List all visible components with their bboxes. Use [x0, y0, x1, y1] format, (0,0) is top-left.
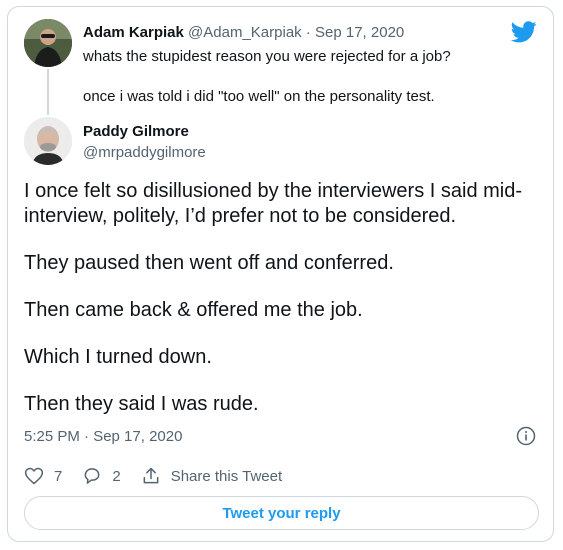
author-name[interactable]: Paddy Gilmore	[83, 123, 189, 140]
reply-count: 2	[112, 467, 121, 485]
share-button[interactable]: Share this Tweet	[141, 466, 282, 486]
original-paragraph: once i was told i did "too well" on the …	[83, 88, 435, 105]
avatar-adam-karpiak[interactable]	[24, 19, 72, 67]
tweet-paragraph: Then came back & offered me the job.	[24, 299, 363, 321]
tweet-timestamp[interactable]: 5:25 PM · Sep 17, 2020	[24, 428, 182, 445]
reply-action-button[interactable]: 2	[82, 466, 121, 486]
tweet-actions: 7 2 Share this Tweet	[24, 466, 302, 486]
tweet-paragraph: Then they said I was rude.	[24, 393, 259, 415]
avatar-paddy-gilmore[interactable]	[24, 117, 72, 165]
tweet-card: Adam Karpiak @Adam_Karpiak · Sep 17, 202…	[7, 6, 554, 542]
twitter-bird-icon[interactable]	[511, 21, 537, 43]
original-author-handle[interactable]: @Adam_Karpiak	[188, 24, 302, 41]
reply-icon	[84, 468, 100, 484]
heart-icon	[24, 467, 44, 485]
original-date[interactable]: Sep 17, 2020	[315, 24, 404, 41]
tweet-paragraph: Which I turned down.	[24, 346, 212, 368]
original-tweet-text: whats the stupidest reason you were reje…	[83, 47, 523, 107]
original-author-name[interactable]: Adam Karpiak	[83, 24, 184, 41]
tweet-paragraph: They paused then went off and conferred.	[24, 252, 394, 274]
original-tweet-header: Adam Karpiak @Adam_Karpiak · Sep 17, 202…	[83, 24, 404, 41]
tweet-paragraph: I once felt so disillusioned by the inte…	[24, 180, 523, 227]
like-button[interactable]: 7	[24, 466, 62, 486]
tweet-text: I once felt so disillusioned by the inte…	[24, 179, 539, 417]
share-icon	[143, 467, 159, 484]
author-handle[interactable]: @mrpaddygilmore	[83, 144, 206, 161]
thread-connector	[47, 69, 49, 115]
original-paragraph: whats the stupidest reason you were reje…	[83, 48, 451, 65]
share-label: Share this Tweet	[170, 467, 283, 485]
tweet-your-reply-button[interactable]: Tweet your reply	[24, 496, 539, 530]
like-count: 7	[54, 467, 63, 485]
info-icon[interactable]	[516, 426, 536, 446]
original-separator: ·	[305, 24, 311, 41]
